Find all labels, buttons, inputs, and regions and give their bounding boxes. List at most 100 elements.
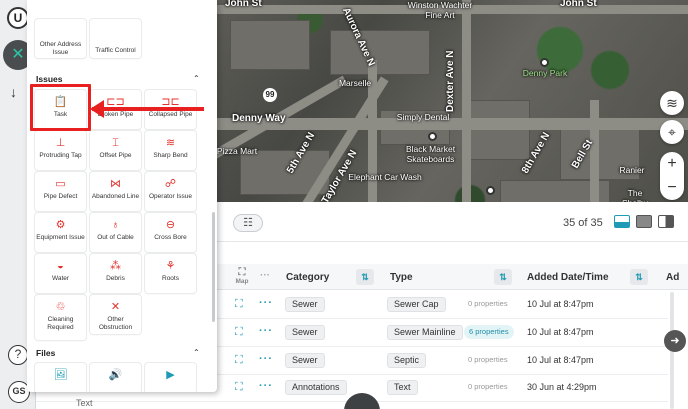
feature-label: Sharp Bend bbox=[153, 152, 188, 159]
download-icon[interactable]: ↓ bbox=[10, 84, 17, 100]
out-of-cable-icon: ♁ bbox=[111, 219, 120, 231]
map-block bbox=[330, 30, 430, 75]
map-poi-label: Denny Park bbox=[522, 68, 568, 78]
chevron-up-icon[interactable]: ⌃ bbox=[193, 74, 200, 83]
date-sort-icon[interactable]: ⇅ bbox=[630, 269, 648, 285]
added-date: 10 Jul at 8:47pm bbox=[527, 299, 594, 309]
locate-on-map-icon[interactable]: ⛶ bbox=[235, 298, 243, 311]
feature-abandoned-line[interactable]: ⋈ Abandoned Line bbox=[90, 172, 141, 211]
files-section-title: Files bbox=[36, 348, 56, 358]
feature-label: Collapsed Pipe bbox=[148, 111, 193, 118]
row-menu-icon[interactable]: ··· bbox=[259, 325, 273, 337]
feature-audio-file-icon[interactable]: 🔊 bbox=[90, 363, 141, 392]
feature-pipe-defect[interactable]: ▭ Pipe Defect bbox=[35, 172, 86, 211]
date-column-header[interactable]: Added Date/Time bbox=[527, 272, 609, 283]
water-icon: ◒ bbox=[57, 260, 64, 272]
help-icon[interactable]: ? bbox=[8, 345, 28, 365]
properties-count[interactable]: 0 properties bbox=[468, 355, 508, 364]
feature-other-obstruction[interactable]: ✕ Other Obstruction bbox=[90, 295, 141, 334]
feature-label: Debris bbox=[106, 275, 125, 282]
map-poi-label: Winston Wachter Fine Art bbox=[407, 0, 473, 20]
map-column-label: Map bbox=[235, 278, 249, 285]
type-chip: Sewer Cap bbox=[387, 297, 446, 312]
more-column-header: ··· bbox=[260, 270, 270, 281]
layers-icon[interactable]: ≋ bbox=[660, 91, 684, 115]
feature-label: Other Obstruction bbox=[98, 316, 133, 331]
sharp-bend-icon: ≋ bbox=[165, 137, 176, 149]
feature-operator-issue[interactable]: ☍ Operator Issue bbox=[145, 172, 196, 211]
protruding-tap-icon: ⊥ bbox=[55, 137, 66, 149]
zoom-out-button[interactable]: − bbox=[660, 176, 684, 200]
properties-count[interactable]: 0 properties bbox=[468, 299, 508, 308]
image-file-icon: 🖼 bbox=[53, 369, 68, 381]
feature-label: Pipe Defect bbox=[43, 193, 78, 200]
feature-roots[interactable]: ⚘ Roots bbox=[145, 254, 196, 293]
layout-side-icon[interactable] bbox=[658, 215, 674, 228]
row-menu-icon[interactable]: ··· bbox=[259, 297, 273, 309]
issues-section-title: Issues bbox=[36, 74, 63, 84]
properties-count[interactable]: 6 properties bbox=[464, 325, 514, 339]
locate-on-map-icon[interactable]: ⛶ bbox=[235, 326, 243, 339]
row-menu-icon[interactable]: ··· bbox=[259, 380, 273, 392]
task-highlight-box bbox=[30, 84, 91, 131]
feature-label: Other Address Issue bbox=[39, 41, 82, 56]
cross-bore-icon: ⊖ bbox=[165, 219, 176, 231]
type-column-header[interactable]: Type bbox=[390, 272, 413, 283]
map-pin-icon[interactable] bbox=[486, 186, 495, 195]
map-poi-label: Ranier bbox=[619, 165, 645, 175]
audio-file-icon: 🔊 bbox=[108, 369, 123, 381]
table-view-toggle[interactable]: ☷ bbox=[233, 214, 263, 232]
operator-issue-icon: ☍ bbox=[164, 178, 177, 190]
feature-label: Operator Issue bbox=[149, 193, 192, 200]
locate-on-map-icon[interactable]: ⛶ bbox=[235, 381, 243, 394]
feature-cross-bore[interactable]: ⊖ Cross Bore bbox=[145, 213, 196, 252]
feature-cleaning-required[interactable]: ♲ Cleaning Required bbox=[35, 295, 86, 340]
feature-label: Roots bbox=[162, 275, 179, 282]
zoom-control: + − bbox=[660, 152, 684, 200]
map-poi-label: Elephant Car Wash bbox=[348, 172, 422, 182]
type-sort-icon[interactable]: ⇅ bbox=[494, 269, 512, 285]
panel-scrollbar[interactable] bbox=[212, 212, 215, 322]
feature-protruding-tap[interactable]: ⊥ Protruding Tap bbox=[35, 131, 86, 170]
feature-image-file-icon[interactable]: 🖼 bbox=[35, 363, 86, 392]
category-chip: Sewer bbox=[285, 297, 325, 312]
feature-equipment-issue[interactable]: ⚙ Equipment Issue bbox=[35, 213, 86, 252]
map-pin-icon[interactable] bbox=[428, 132, 437, 141]
type-chip: Sewer Mainline bbox=[387, 325, 463, 340]
feature-out-of-cable[interactable]: ♁ Out of Cable bbox=[90, 213, 141, 252]
locate-on-map-icon[interactable]: ⛶ bbox=[235, 354, 243, 367]
feature-traffic-control[interactable]: Traffic Control bbox=[90, 19, 141, 58]
map-pin-icon[interactable] bbox=[540, 58, 549, 67]
feature-sharp-bend[interactable]: ≋ Sharp Bend bbox=[145, 131, 196, 170]
equipment-issue-icon: ⚙ bbox=[55, 219, 66, 231]
video-file-icon: ▶ bbox=[166, 369, 175, 381]
feature-other-address-issue[interactable]: Other Address Issue bbox=[35, 19, 86, 58]
properties-count[interactable]: 0 properties bbox=[468, 382, 508, 391]
row-menu-icon[interactable]: ··· bbox=[259, 353, 273, 365]
table-row-partial: Text bbox=[76, 398, 93, 408]
offset-pipe-icon: ⌶ bbox=[112, 137, 119, 149]
crosshair-icon[interactable]: ⌖ bbox=[660, 120, 684, 144]
map-street-label: John St bbox=[560, 0, 597, 9]
added-date: 30 Jun at 4:29pm bbox=[527, 382, 597, 392]
record-count: 35 of 35 bbox=[563, 217, 603, 229]
feature-video-file-icon[interactable]: ▶ bbox=[145, 363, 196, 392]
pipe-defect-icon: ▭ bbox=[55, 178, 66, 190]
feature-label: Equipment Issue bbox=[36, 234, 85, 241]
layout-bottom-icon[interactable] bbox=[614, 215, 630, 228]
feature-water[interactable]: ◒ Water bbox=[35, 254, 86, 293]
map-poi-label: Black Market Skateboards bbox=[405, 144, 456, 164]
zoom-in-button[interactable]: + bbox=[660, 152, 684, 176]
extra-column-header[interactable]: Ad bbox=[666, 272, 679, 283]
category-sort-icon[interactable]: ⇅ bbox=[356, 269, 374, 285]
layout-full-icon[interactable] bbox=[636, 215, 652, 228]
map-street-label: Denny Way bbox=[232, 113, 286, 124]
map-icon: ⛶ bbox=[238, 267, 246, 278]
chevron-up-icon[interactable]: ⌃ bbox=[193, 348, 200, 357]
app-logo[interactable]: U bbox=[7, 7, 29, 29]
type-chip: Text bbox=[387, 380, 418, 395]
feature-offset-pipe[interactable]: ⌶ Offset Pipe bbox=[90, 131, 141, 170]
category-column-header[interactable]: Category bbox=[286, 272, 329, 283]
expand-row-icon[interactable]: ➜ bbox=[664, 330, 686, 352]
feature-debris[interactable]: ⁂ Debris bbox=[90, 254, 141, 293]
